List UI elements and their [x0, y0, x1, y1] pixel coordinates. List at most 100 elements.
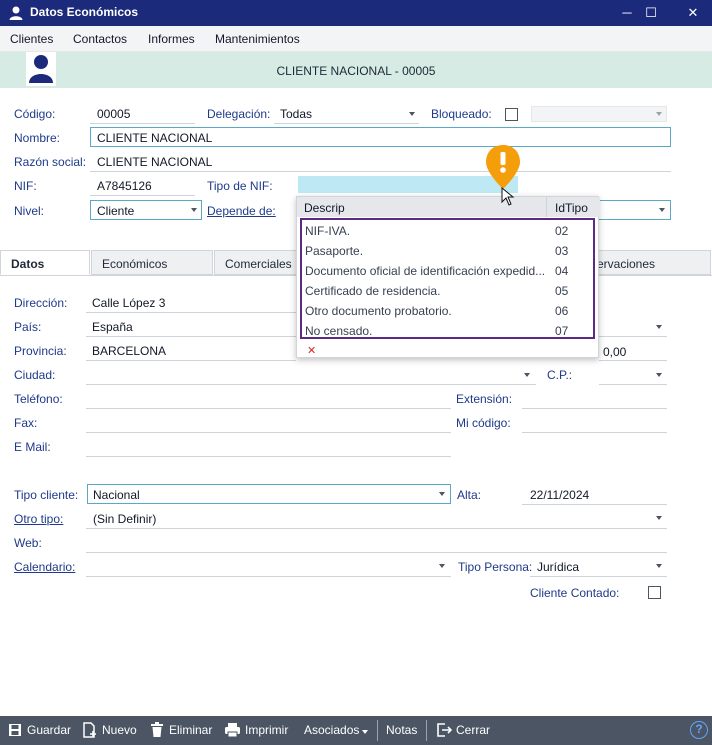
tipo-persona-value[interactable]: Jurídica	[537, 560, 579, 574]
tab-economicos[interactable]: Económicos	[91, 250, 213, 275]
pais-value[interactable]: España	[92, 320, 133, 334]
extension-label: Extensión:	[456, 392, 513, 406]
tab-datos[interactable]: Datos	[0, 250, 90, 275]
printer-icon	[225, 723, 240, 738]
option-id[interactable]: 07	[555, 324, 568, 338]
chevron-down-icon[interactable]	[656, 325, 662, 329]
chevron-down-icon[interactable]	[659, 208, 665, 212]
ciudad-label: Ciudad:	[14, 368, 56, 382]
nif-label: NIF:	[14, 179, 37, 193]
tipo-cliente-select[interactable]	[87, 484, 451, 504]
option-id[interactable]: 06	[555, 304, 568, 318]
title-bar: Datos Económicos ─ ☐ ✕	[0, 0, 712, 26]
alta-value[interactable]: 22/11/2024	[530, 488, 589, 502]
delegacion-select[interactable]: Todas	[280, 107, 312, 121]
tab-observaciones[interactable]: servaciones	[580, 250, 711, 275]
column-descrip[interactable]: Descrip	[304, 201, 345, 215]
trash-icon	[151, 722, 163, 737]
eliminar-button[interactable]: Eliminar	[169, 723, 212, 737]
clear-icon[interactable]: ✕	[307, 344, 316, 357]
chevron-down-icon[interactable]	[409, 112, 415, 116]
menu-clientes[interactable]: Clientes	[10, 32, 53, 46]
bottom-toolbar: Guardar Nuevo Eliminar Imprimir Asociado…	[0, 716, 712, 745]
option-id[interactable]: 04	[555, 264, 568, 278]
warning-pin-icon	[486, 145, 520, 189]
tipo-nif-label: Tipo de NIF:	[207, 179, 273, 193]
client-title: CLIENTE NACIONAL - 00005	[276, 64, 436, 78]
option-descrip[interactable]: Certificado de residencia.	[305, 284, 440, 298]
asociados-menu[interactable]: Asociados	[304, 723, 359, 737]
option-descrip[interactable]: No censado.	[305, 324, 372, 338]
option-id[interactable]: 02	[555, 224, 568, 238]
option-descrip[interactable]: Pasaporte.	[305, 244, 363, 258]
codigo-value[interactable]: 00005	[97, 107, 130, 121]
pais-label: País:	[14, 320, 42, 334]
menu-informes[interactable]: Informes	[148, 32, 195, 46]
web-label: Web:	[14, 536, 42, 550]
menu-bar: Clientes Contactos Informes Mantenimient…	[0, 26, 712, 52]
guardar-button[interactable]: Guardar	[27, 723, 71, 737]
maximize-button[interactable]: ☐	[628, 0, 674, 26]
dropdown-header: Descrip IdTipo	[297, 197, 600, 217]
nivel-value: Cliente	[97, 204, 135, 218]
cp-label: C.P.:	[547, 368, 573, 382]
codigo-label: Código:	[14, 107, 56, 121]
otro-tipo-link[interactable]: Otro tipo:	[14, 512, 63, 526]
alta-label: Alta:	[457, 488, 482, 502]
chevron-down-icon[interactable]	[656, 516, 662, 520]
tipo-persona-label: Tipo Persona:	[458, 560, 533, 574]
option-id[interactable]: 05	[555, 284, 568, 298]
notas-button[interactable]: Notas	[386, 723, 417, 737]
cerrar-button[interactable]: Cerrar	[456, 723, 490, 737]
save-icon	[9, 724, 21, 736]
direccion-label: Dirección:	[14, 296, 68, 310]
option-descrip[interactable]: NIF-IVA.	[305, 224, 350, 238]
column-idtipo[interactable]: IdTipo	[555, 201, 588, 215]
nivel-label: Nivel:	[14, 204, 45, 218]
new-document-icon	[83, 722, 96, 738]
chevron-down-icon[interactable]	[362, 730, 368, 734]
nif-value[interactable]: A7845126	[97, 179, 152, 193]
bloqueado-checkbox[interactable]	[505, 108, 518, 121]
chevron-down-icon[interactable]	[656, 373, 662, 377]
menu-mantenimientos[interactable]: Mantenimientos	[215, 32, 300, 46]
nombre-value: CLIENTE NACIONAL	[97, 131, 213, 145]
imprimir-button[interactable]: Imprimir	[245, 723, 288, 737]
chevron-down-icon[interactable]	[524, 373, 530, 377]
direccion-value[interactable]: Calle López 3	[92, 296, 165, 310]
calendario-link[interactable]: Calendario:	[14, 560, 75, 574]
tipo-cliente-value: Nacional	[93, 488, 140, 502]
close-button[interactable]: ✕	[670, 0, 712, 26]
provincia-amount[interactable]: 0,00	[603, 345, 626, 359]
option-descrip[interactable]: Otro documento probatorio.	[305, 304, 452, 318]
chevron-down-icon[interactable]	[656, 564, 662, 568]
provincia-label: Provincia:	[14, 344, 67, 358]
nif-type-dropdown: Descrip IdTipo NIF-IVA. 02 Pasaporte. 03…	[296, 196, 600, 358]
cliente-contado-label: Cliente Contado:	[530, 586, 620, 600]
chevron-down-icon[interactable]	[439, 492, 445, 496]
chevron-down-icon[interactable]	[191, 208, 197, 212]
razon-social-value[interactable]: CLIENTE NACIONAL	[97, 155, 212, 169]
window-title: Datos Económicos	[30, 5, 139, 19]
mouse-cursor-icon	[501, 187, 515, 206]
help-icon[interactable]: ?	[690, 721, 708, 739]
bloqueado-label: Bloqueado:	[431, 107, 492, 121]
chevron-down-icon	[656, 112, 662, 116]
provincia-value[interactable]: BARCELONA	[92, 344, 166, 358]
depende-de-link[interactable]: Depende de:	[207, 204, 276, 218]
bloqueado-reason-select	[531, 106, 667, 122]
email-label: E Mail:	[14, 440, 51, 454]
cliente-contado-checkbox[interactable]	[648, 586, 661, 599]
razon-social-label: Razón social:	[14, 155, 87, 169]
nuevo-button[interactable]: Nuevo	[102, 723, 137, 737]
tipo-cliente-label: Tipo cliente:	[14, 488, 79, 502]
option-descrip[interactable]: Documento oficial de identificación expe…	[305, 264, 545, 278]
fax-label: Fax:	[14, 416, 38, 430]
otro-tipo-value[interactable]: (Sin Definir)	[93, 512, 156, 526]
chevron-down-icon[interactable]	[439, 564, 445, 568]
option-id[interactable]: 03	[555, 244, 568, 258]
menu-contactos[interactable]: Contactos	[73, 32, 127, 46]
telefono-label: Teléfono:	[14, 392, 63, 406]
delegacion-label: Delegación:	[207, 107, 271, 121]
exit-icon	[437, 723, 452, 737]
